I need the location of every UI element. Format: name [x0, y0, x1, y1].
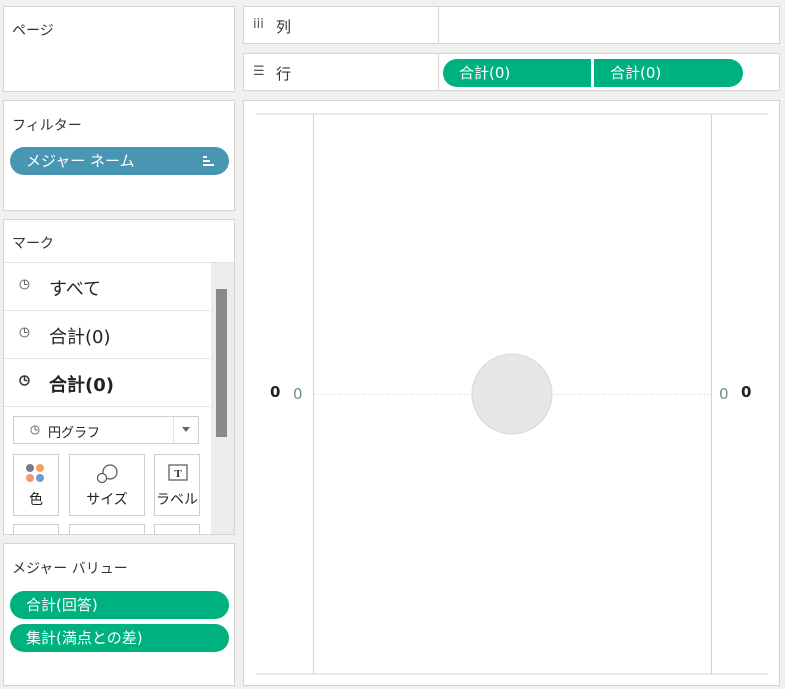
size-circles-icon	[96, 464, 118, 484]
left-axis-tick: 0	[293, 385, 303, 403]
marks-title: マーク	[12, 236, 54, 252]
columns-label: 列	[276, 18, 292, 36]
marks-item-label: 合計(0)	[49, 327, 111, 348]
pie-chart-icon	[30, 425, 40, 435]
pie-chart-icon	[19, 327, 30, 338]
marks-scrollbar-thumb[interactable]	[216, 289, 227, 437]
filters-card[interactable]: フィルター メジャー ネーム	[3, 100, 235, 211]
chevron-down-icon	[182, 427, 190, 432]
marks-item-label: 合計(0)	[49, 375, 114, 396]
label-button[interactable]: T ラベル	[154, 454, 200, 516]
rows-shelf[interactable]: ☰ 行 合計(0) 合計(0)	[243, 53, 780, 91]
marks-item-label: すべて	[49, 279, 102, 300]
marks-item-sum-1[interactable]: 合計(0)	[5, 311, 210, 359]
sort-icon	[203, 156, 214, 166]
size-button-label: サイズ	[86, 492, 128, 508]
marks-scrollbar[interactable]	[211, 263, 234, 534]
measure-values-card[interactable]: メジャー バリュー 合計(回答) 集計(満点との差)	[3, 543, 235, 686]
rows-pill-1[interactable]: 合計(0)	[443, 59, 591, 87]
color-button-label: 色	[29, 492, 43, 508]
measure-values-title: メジャー バリュー	[12, 561, 128, 577]
marks-item-sum-2[interactable]: 合計(0)	[5, 359, 210, 407]
rows-pill-2[interactable]: 合計(0)	[594, 59, 743, 87]
rows-icon: ☰	[253, 64, 265, 79]
pie-mark[interactable]	[471, 353, 553, 435]
columns-icon: iii	[253, 17, 264, 32]
mark-type-label: 円グラフ	[48, 426, 101, 441]
angle-button[interactable]	[154, 524, 200, 534]
marks-card: マーク すべて 合計(0) 合計(0) 円グラフ 色 サイズ T ラベル	[3, 219, 235, 535]
mark-type-dropdown[interactable]: 円グラフ	[13, 416, 199, 444]
view-canvas	[256, 113, 768, 675]
pages-title: ページ	[12, 23, 54, 39]
color-button[interactable]: 色	[13, 454, 59, 516]
right-axis-tick: 0	[719, 385, 729, 403]
filters-title: フィルター	[12, 118, 82, 134]
rows-label: 行	[276, 65, 292, 83]
left-axis-title: 0	[270, 383, 281, 401]
color-dots-icon	[26, 464, 44, 482]
filter-pill-measure-names[interactable]: メジャー ネーム	[10, 147, 229, 175]
detail-button[interactable]	[13, 524, 59, 534]
view-area[interactable]: 0 0 0 0	[243, 100, 780, 686]
tooltip-button[interactable]	[69, 524, 145, 534]
columns-shelf[interactable]: iii 列	[243, 6, 780, 44]
filter-pill-label: メジャー ネーム	[26, 152, 135, 170]
label-button-label: ラベル	[156, 492, 198, 508]
svg-text:T: T	[174, 468, 182, 480]
size-button[interactable]: サイズ	[69, 454, 145, 516]
measure-values-pill-answer[interactable]: 合計(回答)	[10, 591, 229, 619]
columns-label-area: iii 列	[244, 7, 439, 43]
rows-label-area: ☰ 行	[244, 54, 439, 90]
measure-values-pill-diff[interactable]: 集計(満点との差)	[10, 624, 229, 652]
pages-shelf[interactable]: ページ	[3, 6, 235, 92]
right-axis-title: 0	[741, 383, 752, 401]
pie-chart-icon	[19, 375, 30, 386]
text-label-icon: T	[168, 464, 188, 481]
pie-chart-icon	[19, 279, 30, 290]
marks-item-all[interactable]: すべて	[5, 263, 210, 311]
